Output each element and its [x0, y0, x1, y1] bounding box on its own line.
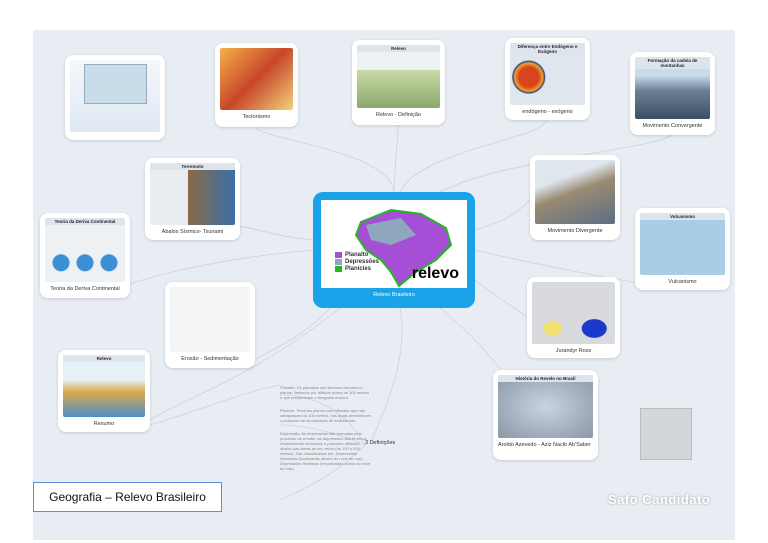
definition-planicie: Planície: Terrenos planos com altitudes … [280, 408, 371, 423]
node-caption: Tectonismo [242, 114, 271, 120]
definitions-text: Planalto: Os planaltos são terrenos elev… [280, 385, 372, 479]
world-map-image [70, 60, 160, 132]
node-tectonismo[interactable]: Tectonismo [215, 43, 298, 127]
image-header: Vulcanismo [640, 213, 725, 220]
node-erosao[interactable]: Erosão - Sedimentação [165, 282, 255, 368]
node-deriva[interactable]: Teoria da Deriva Continental Teoria da D… [40, 213, 130, 298]
node-resumo[interactable]: Relevo Resumo [58, 350, 150, 432]
brand-watermark: Safo Candidato [608, 492, 711, 507]
node-caption: Resumo [93, 421, 115, 427]
node-caption: Jurandyr Ross [555, 348, 592, 354]
node-caption: endógeno - exógeno [522, 109, 573, 115]
node-caption: Movimento Convergente [642, 123, 703, 129]
central-caption: Relevo Brasileiro [373, 292, 415, 298]
page-title: Geografia – Relevo Brasileiro [33, 482, 222, 512]
node-endogeno[interactable]: Diferença entre Endógeno e Exógeno endóg… [505, 38, 590, 120]
relief-definition-image: Relevo [357, 45, 440, 108]
legend-item-planicies: Planícies [335, 266, 379, 272]
world-plates-card[interactable] [65, 55, 165, 140]
map-legend: Planalto Depressões Planícies [335, 252, 379, 273]
node-vulcanismo[interactable]: Vulcanismo Vulcanismo [635, 208, 730, 290]
image-header: Teoria da Deriva Continental [45, 218, 125, 225]
node-caption: Aroldo Azevedo - Aziz Nacib Ab'Saber [498, 442, 591, 448]
earth-layers-image: Diferença entre Endógeno e Exógeno [510, 43, 585, 105]
relief-summary-image: Relevo [63, 355, 145, 417]
node-caption: Relevo - Definição [376, 112, 421, 118]
map-title-word: relevo [411, 265, 459, 282]
node-caption: Vulcanismo [668, 279, 697, 285]
safo-logo [640, 408, 692, 460]
erosion-image [170, 287, 250, 352]
earthquake-image: Terremoto [150, 163, 235, 225]
relief-history-image: História do Revelo no Brasil [498, 375, 593, 438]
image-header: Diferença entre Endógeno e Exógeno [510, 43, 585, 55]
image-header: Relevo [63, 355, 145, 362]
legend-item-planalto: Planalto [335, 252, 379, 258]
definition-depressao: Depressão: As depressões são formadas pe… [280, 431, 371, 471]
node-caption: Erosão - Sedimentação [181, 356, 239, 362]
node-aroldo[interactable]: História do Revelo no Brasil Aroldo Azev… [493, 370, 598, 460]
node-definicao[interactable]: Relevo Relevo - Definição [352, 40, 445, 125]
tectonics-image [220, 48, 293, 110]
node-caption: Abalos Sísmico- Tsunami [161, 229, 224, 235]
mountains-image: Formação da cadeia de montanhas [635, 57, 710, 119]
node-caption: Teoria da Deriva Continental [50, 286, 120, 292]
node-caption: Movimento Divergente [547, 228, 603, 234]
divergent-image [535, 160, 615, 224]
node-ross[interactable]: Jurandyr Ross [527, 277, 620, 358]
continental-drift-image: Teoria da Deriva Continental [45, 218, 125, 282]
ross-image [532, 282, 615, 344]
definition-planalto: Planalto: Os planaltos são terrenos elev… [280, 385, 370, 400]
image-header: História do Revelo no Brasil [498, 375, 593, 382]
node-terremoto[interactable]: Terremoto Abalos Sísmico- Tsunami [145, 158, 240, 240]
image-header: Terremoto [150, 163, 235, 170]
volcano-map-image: Vulcanismo [640, 213, 725, 275]
legend-item-depressoes: Depressões [335, 259, 379, 265]
node-3-definicoes[interactable]: 3 Definições [365, 440, 395, 446]
image-header: Relevo [357, 45, 440, 52]
image-header: Formação da cadeia de montanhas [635, 57, 710, 69]
brazil-relief-map: Planalto Depressões Planícies relevo [321, 200, 467, 288]
node-divergente[interactable]: Movimento Divergente [530, 155, 620, 240]
central-node-relevo-brasileiro[interactable]: Planalto Depressões Planícies relevo Rel… [313, 192, 475, 308]
node-convergente[interactable]: Formação da cadeia de montanhas Moviment… [630, 52, 715, 135]
